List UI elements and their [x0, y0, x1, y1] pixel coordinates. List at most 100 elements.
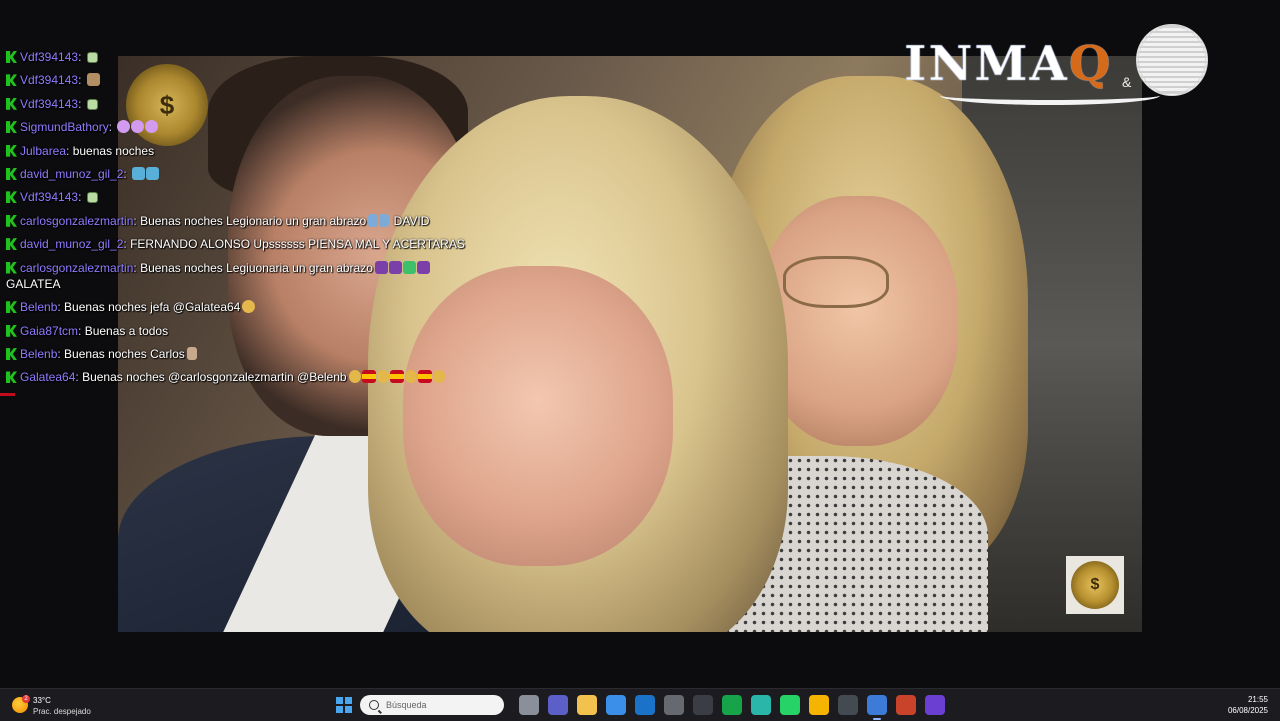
chat-username[interactable]: SigmundBathory: [20, 120, 109, 134]
chat-message: Julbarea: buenas noches: [6, 144, 526, 159]
outlook-icon[interactable]: [634, 695, 655, 715]
chat-message: carlosgonzalezmartin: Buenas noches Legi…: [6, 260, 526, 276]
whatsapp-icon[interactable]: [779, 695, 800, 715]
powerpoint-icon[interactable]: [895, 695, 916, 715]
chat-message: Belenb: Buenas noches Carlos: [6, 347, 526, 362]
chat-username[interactable]: Belenb: [20, 347, 57, 361]
kick-badge-icon: [6, 371, 17, 384]
stream-app-icon[interactable]: [866, 695, 887, 720]
chat-message: Vdf394143:: [6, 190, 526, 205]
chat-separator: :: [78, 323, 85, 338]
kick-badge-icon: [6, 97, 17, 110]
taskbar-clock[interactable]: 21:55 06/08/2025: [1228, 694, 1268, 716]
weather-description: Prac. despejado: [33, 707, 91, 716]
chat-overlay: Vdf394143: Vdf394143: Vdf394143: Sigmund…: [6, 50, 526, 394]
kick-badge-icon: [6, 301, 17, 314]
clock-time: 21:55: [1247, 695, 1268, 704]
weather-temperature: 33°C: [33, 696, 51, 705]
chat-username[interactable]: Galatea64: [20, 370, 75, 384]
search-placeholder: Búsqueda: [386, 700, 427, 710]
media-app-icon[interactable]: [924, 695, 945, 715]
channel-logo-seal: [1136, 24, 1208, 96]
kick-badge-icon: [6, 74, 17, 87]
chrome-icon[interactable]: [808, 695, 829, 715]
channel-logo-text: INMAQ: [904, 36, 1113, 92]
video-woman-background-face: [758, 196, 958, 446]
chat-separator: :: [78, 96, 85, 111]
chat-text: Buenas noches @carlosgonzalezmartin @Bel…: [82, 370, 347, 385]
task-view-icon[interactable]: [518, 695, 539, 715]
chat-text: Buenas noches jefa @Galatea64: [64, 300, 241, 315]
chat-emotes-icon: [86, 98, 99, 112]
chat-separator: :: [108, 120, 116, 135]
chat-username[interactable]: david_munoz_gil_2: [20, 237, 123, 251]
kick-badge-icon: [6, 144, 17, 157]
chat-text-wrap: GALATEA: [6, 276, 61, 291]
chat-emotes-icon: [86, 73, 101, 87]
chat-username[interactable]: david_munoz_gil_2: [20, 167, 123, 181]
chat-separator: :: [78, 73, 85, 88]
edge-icon[interactable]: [750, 695, 771, 715]
chat-username[interactable]: carlosgonzalezmartin: [20, 261, 133, 275]
chat-username[interactable]: Gaia87tcm: [20, 324, 78, 338]
chat-username[interactable]: Vdf394143: [20, 50, 78, 64]
chat-text: buenas noches: [72, 143, 155, 158]
kick-badge-icon: [6, 191, 17, 204]
chat-emotes-icon: [117, 120, 159, 134]
kick-badge-icon: [6, 324, 17, 337]
video-glasses: [783, 256, 889, 308]
chat-message: Vdf394143:: [6, 73, 526, 88]
taskbar-search[interactable]: Búsqueda: [360, 695, 504, 715]
chat-message: Gaia87tcm: Buenas a todos: [6, 324, 526, 339]
chat-username[interactable]: carlosgonzalezmartin: [20, 214, 133, 228]
ms-store-icon[interactable]: [605, 695, 626, 715]
coin-logo-small: $: [1066, 556, 1124, 614]
windows-start-icon[interactable]: [336, 697, 352, 713]
kick-badge-icon: [6, 214, 17, 227]
file-explorer-icon[interactable]: [576, 695, 597, 715]
chat-username[interactable]: Julbarea: [20, 144, 66, 158]
vpn-icon[interactable]: [837, 695, 858, 715]
chat-message: Vdf394143:: [6, 50, 526, 65]
kick-badge-icon: [6, 167, 17, 180]
chat-message: david_munoz_gil_2: FERNANDO ALONSO Upsss…: [6, 237, 526, 252]
kick-badge-icon: [6, 121, 17, 134]
chat-emotes-icon: [86, 192, 99, 205]
flag-strip: [0, 393, 15, 396]
kick-badge-icon: [6, 348, 17, 361]
kick-badge-icon: [6, 238, 17, 251]
chat-message: carlosgonzalezmartin: Buenas noches Legi…: [6, 213, 526, 229]
kick-badge-icon: [6, 51, 17, 63]
chat-separator: :: [123, 166, 131, 181]
chat-separator: :: [66, 143, 73, 158]
chat-emotes-icon: [86, 52, 99, 65]
coin-symbol-small: $: [1090, 576, 1100, 593]
clock-date: 06/08/2025: [1227, 706, 1268, 715]
chat-username[interactable]: Vdf394143: [20, 97, 78, 111]
chat-emotes-icon: [242, 300, 256, 314]
chat-text: Buenas a todos: [84, 323, 169, 338]
chat-text: Buenas noches Legionario un gran abrazo: [140, 213, 367, 228]
chat-username[interactable]: Belenb: [20, 300, 57, 314]
search-icon: [369, 700, 379, 710]
teams-icon[interactable]: [547, 695, 568, 715]
chat-emotes-icon: [368, 213, 390, 227]
chat-emotes-icon: [132, 166, 160, 180]
weather-badge: 2: [22, 695, 30, 703]
chat-message: Galatea64: Buenas noches @carlosgonzalez…: [6, 370, 526, 385]
channel-logo-amp: &: [1122, 74, 1132, 90]
chat-message: Belenb: Buenas noches jefa @Galatea64: [6, 300, 526, 315]
obs-icon[interactable]: [692, 695, 713, 715]
app-recorder-icon[interactable]: [663, 695, 684, 715]
chat-emotes-icon: [348, 370, 446, 384]
channel-logo: INMAQ &: [900, 24, 1210, 105]
chat-username[interactable]: Vdf394143: [20, 190, 78, 204]
taskbar-apps: Búsqueda: [336, 693, 949, 720]
chat-username[interactable]: Vdf394143: [20, 73, 78, 87]
chat-separator: :: [78, 50, 85, 64]
chat-message: Vdf394143:: [6, 97, 526, 112]
chat-text-tail: DAVID: [393, 213, 430, 228]
chat-emotes-icon: [186, 347, 198, 361]
camtasia-icon[interactable]: [721, 695, 742, 715]
chat-text: FERNANDO ALONSO Upssssss PIENSA MAL Y AC…: [130, 237, 465, 252]
